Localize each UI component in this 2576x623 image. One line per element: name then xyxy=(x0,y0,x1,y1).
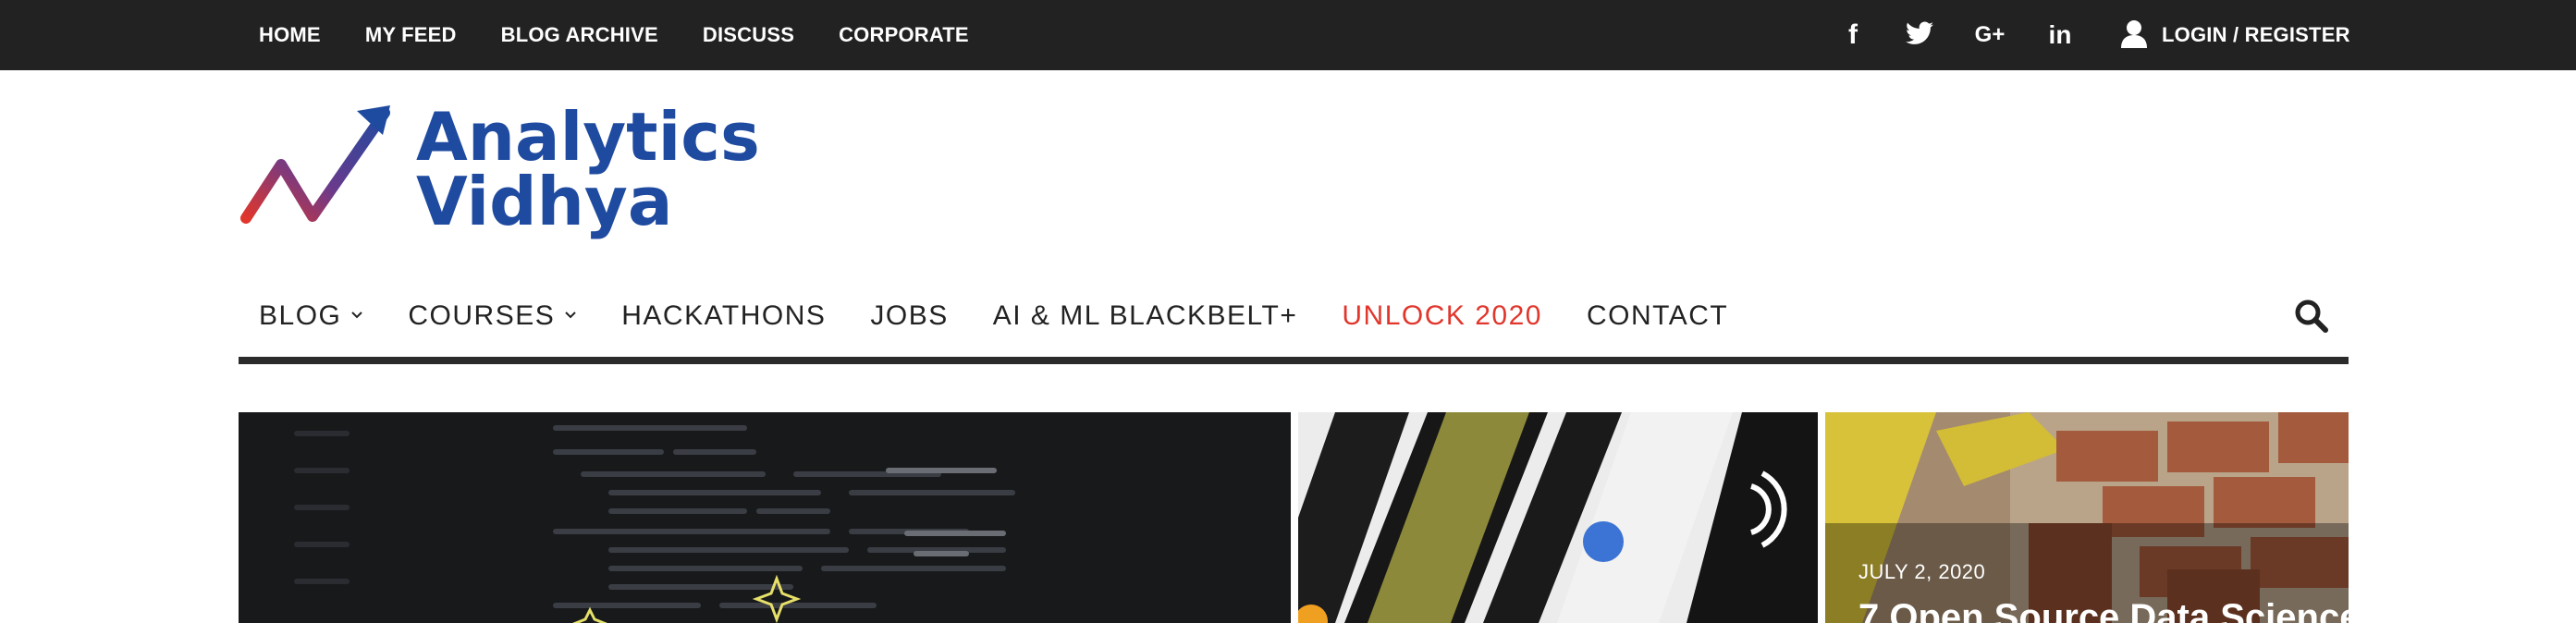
featured-tile-code[interactable] xyxy=(239,412,1291,623)
top-nav-home[interactable]: HOME xyxy=(259,23,321,47)
featured-tile-article[interactable]: JULY 2, 2020 7 Open Source Data Science xyxy=(1825,412,2349,623)
logo-arrow-mark xyxy=(240,105,390,224)
nav-item-label: BLOG xyxy=(259,300,342,331)
social-links: f G+ in xyxy=(1840,0,2114,70)
top-nav-blog-archive[interactable]: BLOG ARCHIVE xyxy=(501,23,658,47)
nav-item-label: COURSES xyxy=(408,300,556,331)
main-nav: BLOG COURSES HACKATHONS JOBS AI & ML BLA… xyxy=(259,277,1773,355)
nav-item-blackbelt[interactable]: AI & ML BLACKBELT+ xyxy=(993,300,1298,332)
code-screen-image xyxy=(239,412,1291,623)
nav-item-blog[interactable]: BLOG xyxy=(259,300,363,332)
card-reader-image xyxy=(1298,412,1818,623)
login-register-link[interactable]: LOGIN / REGISTER xyxy=(2119,0,2350,70)
twitter-icon[interactable] xyxy=(1905,21,1934,50)
top-nav-corporate[interactable]: CORPORATE xyxy=(839,23,969,47)
nav-item-hackathons[interactable]: HACKATHONS xyxy=(621,300,826,332)
user-icon xyxy=(2119,18,2149,53)
nav-item-jobs[interactable]: JOBS xyxy=(870,300,948,332)
article-date: JULY 2, 2020 xyxy=(1858,560,1986,583)
search-icon[interactable] xyxy=(2293,298,2330,339)
nav-item-label: CONTACT xyxy=(1586,300,1729,331)
nav-item-label: AI & ML BLACKBELT+ xyxy=(992,300,1298,331)
chevron-down-icon xyxy=(564,308,577,324)
facebook-icon[interactable]: f xyxy=(1840,19,1866,51)
nav-item-contact[interactable]: CONTACT xyxy=(1587,300,1728,332)
bricks-ruler-image xyxy=(1825,412,2349,623)
linkedin-icon[interactable]: in xyxy=(2045,20,2075,50)
logo-line-2: Vidhya xyxy=(416,163,673,240)
nav-item-courses[interactable]: COURSES xyxy=(408,300,577,332)
login-register-label: LOGIN / REGISTER xyxy=(2162,23,2350,46)
nav-divider xyxy=(239,357,2349,364)
nav-item-label: JOBS xyxy=(870,300,949,331)
top-nav: HOME MY FEED BLOG ARCHIVE DISCUSS CORPOR… xyxy=(259,0,1013,70)
top-bar: HOME MY FEED BLOG ARCHIVE DISCUSS CORPOR… xyxy=(0,0,2576,70)
google-plus-icon[interactable]: G+ xyxy=(1973,22,2006,48)
nav-item-label: UNLOCK 2020 xyxy=(1342,300,1542,331)
nav-item-label: HACKATHONS xyxy=(621,300,827,331)
chevron-down-icon xyxy=(350,308,363,324)
top-nav-discuss[interactable]: DISCUSS xyxy=(703,23,794,47)
top-nav-my-feed[interactable]: MY FEED xyxy=(365,23,457,47)
article-title[interactable]: 7 Open Source Data Science xyxy=(1858,597,2349,623)
featured-tile-card-reader[interactable] xyxy=(1298,412,1818,623)
nav-item-unlock-2020[interactable]: UNLOCK 2020 xyxy=(1342,300,1542,332)
site-logo[interactable]: Analytics Vidhya xyxy=(239,100,760,248)
